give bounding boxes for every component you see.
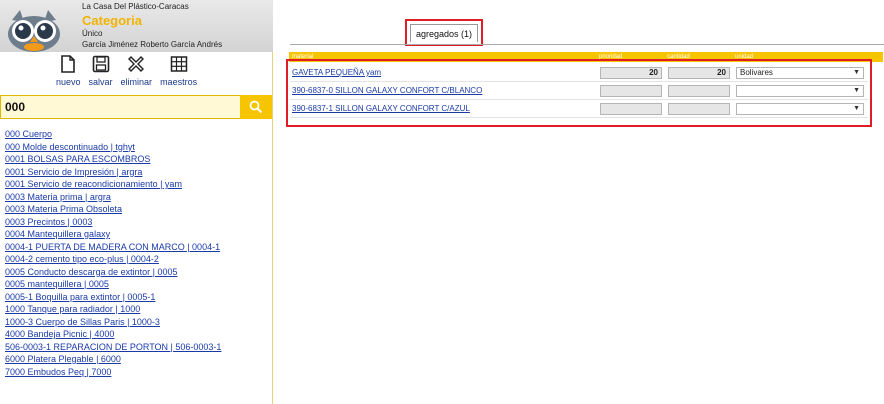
result-link[interactable]: 0004-1 PUERTA DE MADERA CON MARCO | 0004… [5,241,270,254]
result-link[interactable]: 0001 Servicio de Impresión | argra [5,166,270,179]
save-label: salvar [88,77,113,87]
quantity-input[interactable] [668,103,730,115]
chevron-down-icon: ▼ [853,69,860,76]
tab-divider [290,44,884,45]
result-link[interactable]: 0005-1 Boquilla para extintor | 0005-1 [5,291,270,304]
priority-input[interactable] [600,85,662,97]
result-link[interactable]: 000 Cuerpo [5,128,270,141]
material-link[interactable]: GAVETA PEQUEÑA yam [292,68,381,77]
result-link[interactable]: 506-0003-1 REPARACION DE PORTON | 506-00… [5,341,270,354]
unit-select-value: Bolivares [740,68,773,77]
table-row: 390-6837-0 SILLON GALAXY CONFORT C/BLANC… [290,82,868,100]
page-title: Categoria [82,13,142,28]
table-row: GAVETA PEQUEÑA yam 20 20 Bolivares ▼ [290,64,868,82]
priority-input[interactable] [600,103,662,115]
unit-select[interactable]: ▼ [736,85,864,97]
delete-button[interactable]: eliminar [120,54,153,94]
priority-input[interactable]: 20 [600,67,662,79]
masters-label: maestros [160,77,198,87]
tab-agregados[interactable]: agregados (1) [410,24,478,42]
app-root: La Casa Del Plástico-Caracas Categoria Ú… [0,0,884,404]
unit-select[interactable]: Bolivares ▼ [736,67,864,79]
search-bar [0,95,272,119]
left-panel: La Casa Del Plástico-Caracas Categoria Ú… [0,0,273,404]
result-link[interactable]: 7000 Embudos Peq | 7000 [5,366,270,379]
result-link[interactable]: 6000 Platera Plegable | 6000 [5,353,270,366]
new-document-icon [61,55,76,73]
unit-select[interactable]: ▼ [736,103,864,115]
new-label: nuevo [56,77,81,87]
result-link[interactable]: 0003 Materia prima | argra [5,191,270,204]
delete-x-icon [128,56,145,72]
save-icon [92,55,109,73]
items-table: GAVETA PEQUEÑA yam 20 20 Bolivares ▼ 390-6837… [286,59,872,127]
header: La Casa Del Plástico-Caracas Categoria Ú… [0,0,273,52]
result-link[interactable]: 0001 BOLSAS PARA ESCOMBROS [5,153,270,166]
company-name: La Casa Del Plástico-Caracas [82,2,189,11]
result-link[interactable]: 000 Molde descontinuado | tghyt [5,141,270,154]
table-row: 390-6837-1 SILLON GALAXY CONFORT C/AZUL ▼ [290,100,868,118]
toolbar: nuevo salvar eliminar maestros [56,54,205,94]
result-link[interactable]: 0004 Mantequillera galaxy [5,228,270,241]
result-link[interactable]: 0005 Conducto descarga de extintor | 000… [5,266,270,279]
result-link[interactable]: 0005 mantequillera | 0005 [5,278,270,291]
result-link[interactable]: 1000 Tanque para radiador | 1000 [5,303,270,316]
result-link[interactable]: 0004-2 cemento tipo eco-plus | 0004-2 [5,253,270,266]
header-text: La Casa Del Plástico-Caracas Categoria Ú… [82,2,222,50]
search-input[interactable] [0,95,240,119]
result-link[interactable]: 4000 Bandeja Picnic | 4000 [5,328,270,341]
tab-highlight: agregados (1) [405,19,483,46]
results-list: 000 Cuerpo 000 Molde descontinuado | tghy… [5,128,270,378]
delete-label: eliminar [120,77,153,87]
owl-logo-icon [8,10,60,52]
header-subtitle: Único [82,29,103,38]
search-button[interactable] [240,95,272,119]
save-button[interactable]: salvar [89,54,113,94]
material-link[interactable]: 390-6837-1 SILLON GALAXY CONFORT C/AZUL [292,104,470,113]
material-link[interactable]: 390-6837-0 SILLON GALAXY CONFORT C/BLANC… [292,86,482,95]
quantity-input[interactable] [668,85,730,97]
result-link[interactable]: 1000-3 Cuerpo de Sillas Paris | 1000-3 [5,316,270,329]
masters-button[interactable]: maestros [160,54,197,94]
grid-icon [170,56,187,72]
result-link[interactable]: 0001 Servicio de reacondicionamiento | y… [5,178,270,191]
result-link[interactable]: 0003 Precintos | 0003 [5,216,270,229]
chevron-down-icon: ▼ [853,87,860,94]
search-icon [249,100,263,114]
new-button[interactable]: nuevo [56,54,81,94]
user-name: García Jiménez Roberto García Andrés [82,40,223,49]
quantity-input[interactable]: 20 [668,67,730,79]
chevron-down-icon: ▼ [853,105,860,112]
result-link[interactable]: 0003 Materia Prima Obsoleta [5,203,270,216]
